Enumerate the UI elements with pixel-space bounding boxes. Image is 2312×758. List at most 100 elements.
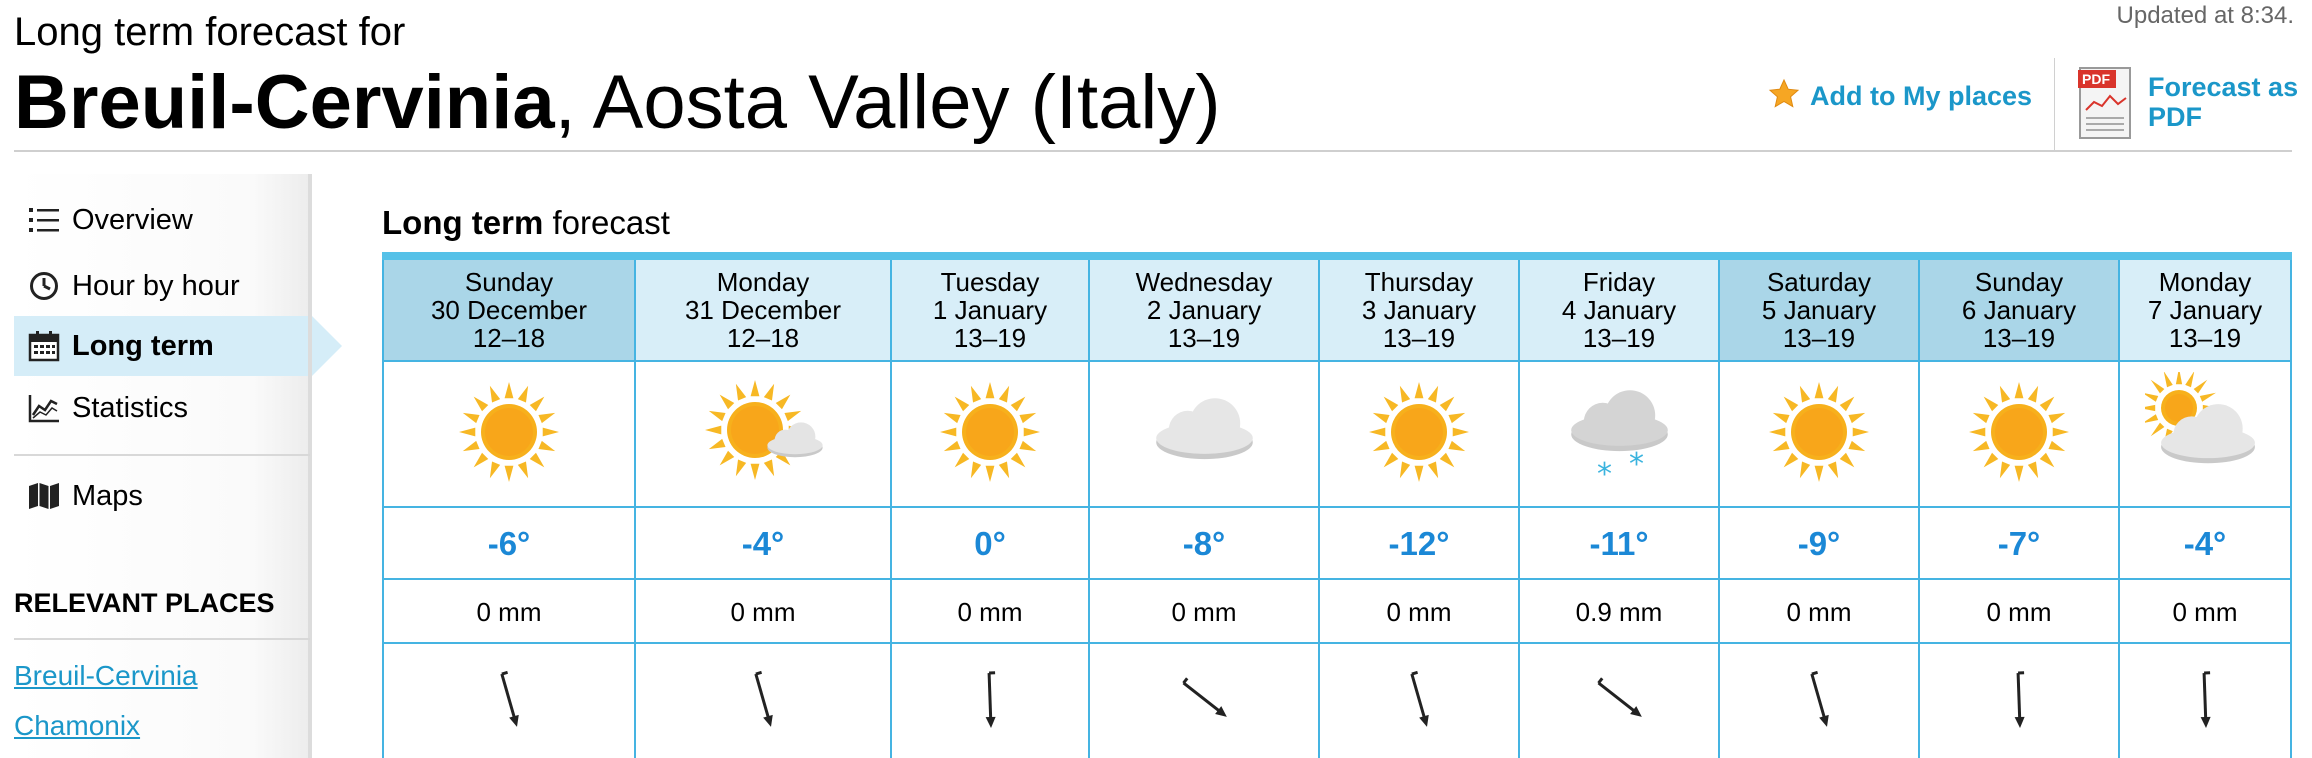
calendar-icon bbox=[26, 328, 62, 364]
temperature: -7° bbox=[1920, 508, 2118, 580]
wind-cell bbox=[1720, 644, 1918, 758]
day-hours: 12–18 bbox=[726, 323, 800, 353]
day-date: 2 January bbox=[1146, 295, 1262, 325]
list-icon bbox=[26, 202, 62, 238]
precipitation: 0 mm bbox=[1920, 580, 2118, 644]
chart-icon bbox=[26, 390, 62, 426]
add-to-my-places-button[interactable]: Add to My places bbox=[1768, 78, 2032, 115]
sun-icon bbox=[1759, 372, 1879, 497]
sidebar-item-statistics[interactable]: Statistics bbox=[14, 378, 312, 438]
temperature: -9° bbox=[1720, 508, 1918, 580]
sun-icon bbox=[449, 372, 569, 497]
wind-direction-icon bbox=[1174, 664, 1234, 739]
day-header[interactable]: Tuesday 1 January 13–19 bbox=[892, 260, 1088, 362]
forecast-day-column: Monday 31 December 12–18 -4° 0 mm bbox=[636, 260, 892, 758]
weather-cell bbox=[1090, 362, 1318, 508]
precipitation: 0 mm bbox=[2120, 580, 2290, 644]
forecast-title-rest: forecast bbox=[543, 204, 670, 241]
active-nav-pointer bbox=[312, 316, 342, 376]
sidebar-divider bbox=[14, 638, 310, 640]
relevant-place-link[interactable]: Chamonix bbox=[14, 710, 140, 742]
forecast-day-column: Monday 7 January 13–19 -4° 0 mm bbox=[2120, 260, 2292, 758]
pdf-label-line-2: PDF bbox=[2148, 102, 2202, 132]
day-name: Sunday bbox=[464, 267, 554, 297]
day-name: Tuesday bbox=[940, 267, 1040, 297]
forecast-day-column: Wednesday 2 January 13–19 -8° 0 mm bbox=[1090, 260, 1320, 758]
svg-text:*: * bbox=[1597, 457, 1612, 492]
wind-direction-icon bbox=[2175, 664, 2235, 739]
precipitation: 0 mm bbox=[1320, 580, 1518, 644]
day-name: Monday bbox=[716, 267, 810, 297]
day-hours: 13–19 bbox=[1382, 323, 1456, 353]
day-hours: 12–18 bbox=[472, 323, 546, 353]
day-header[interactable]: Wednesday 2 January 13–19 bbox=[1090, 260, 1318, 362]
sidebar-item-maps[interactable]: Maps bbox=[14, 466, 312, 526]
day-header[interactable]: Monday 31 December 12–18 bbox=[636, 260, 890, 362]
day-hours: 13–19 bbox=[1582, 323, 1656, 353]
weather-cell bbox=[384, 362, 634, 508]
forecast-day-column: Saturday 5 January 13–19 -9° 0 mm bbox=[1720, 260, 1920, 758]
day-name: Sunday bbox=[1974, 267, 2064, 297]
sidebar-item-label: Maps bbox=[72, 479, 143, 512]
forecast-table: Sunday 30 December 12–18 -6° 0 mm Monday… bbox=[382, 252, 2292, 758]
precipitation: 0 mm bbox=[1090, 580, 1318, 644]
pdf-icon: PDF bbox=[2078, 66, 2134, 147]
page-title: Breuil-Cervinia, Aosta Valley (Italy) bbox=[14, 58, 1221, 148]
wind-direction-icon bbox=[1389, 664, 1449, 739]
forecast-title: Long term forecast bbox=[382, 204, 670, 242]
day-header[interactable]: Friday 4 January 13–19 bbox=[1520, 260, 1718, 362]
precipitation: 0 mm bbox=[1720, 580, 1918, 644]
forecast-day-column: Thursday 3 January 13–19 -12° 0 mm bbox=[1320, 260, 1520, 758]
sidebar-item-hour-by-hour[interactable]: Hour by hour bbox=[14, 256, 312, 316]
wind-cell bbox=[892, 644, 1088, 758]
day-name: Thursday bbox=[1364, 267, 1474, 297]
temperature: 0° bbox=[892, 508, 1088, 580]
wind-direction-icon bbox=[1989, 664, 2049, 739]
day-header[interactable]: Thursday 3 January 13–19 bbox=[1320, 260, 1518, 362]
day-header[interactable]: Monday 7 January 13–19 bbox=[2120, 260, 2290, 362]
sidebar-item-long-term[interactable]: Long term bbox=[14, 316, 312, 376]
day-date: 7 January bbox=[2147, 295, 2263, 325]
day-date: 4 January bbox=[1561, 295, 1677, 325]
forecast-day-column: Sunday 30 December 12–18 -6° 0 mm bbox=[382, 260, 636, 758]
wind-cell bbox=[1090, 644, 1318, 758]
sidebar-item-overview[interactable]: Overview bbox=[14, 190, 312, 250]
day-hours: 13–19 bbox=[1982, 323, 2056, 353]
sidebar-item-label: Long term bbox=[72, 329, 214, 362]
svg-text:*: * bbox=[1629, 447, 1644, 482]
wind-cell bbox=[1320, 644, 1518, 758]
day-name: Wednesday bbox=[1135, 267, 1273, 297]
day-header[interactable]: Sunday 6 January 13–19 bbox=[1920, 260, 2118, 362]
forecast-day-column: Sunday 6 January 13–19 -7° 0 mm bbox=[1920, 260, 2120, 758]
wind-direction-icon bbox=[479, 664, 539, 739]
wind-direction-icon bbox=[733, 664, 793, 739]
forecast-title-bold: Long term bbox=[382, 204, 544, 241]
place-region: , Aosta Valley (Italy) bbox=[554, 60, 1221, 145]
sun-icon bbox=[1359, 372, 1479, 497]
sun-icon bbox=[1959, 372, 2079, 497]
day-date: 1 January bbox=[932, 295, 1048, 325]
relevant-place-link[interactable]: Breuil-Cervinia bbox=[14, 660, 198, 692]
map-icon bbox=[26, 478, 62, 514]
precipitation: 0 mm bbox=[636, 580, 890, 644]
svg-text:PDF: PDF bbox=[2082, 71, 2110, 87]
wind-cell bbox=[2120, 644, 2290, 758]
wind-cell bbox=[384, 644, 634, 758]
sidebar-item-label: Overview bbox=[72, 203, 193, 236]
day-date: 5 January bbox=[1761, 295, 1877, 325]
temperature: -4° bbox=[636, 508, 890, 580]
weather-cell bbox=[2120, 362, 2290, 508]
precipitation: 0 mm bbox=[384, 580, 634, 644]
forecast-pdf-button[interactable]: PDF Forecast as PDF bbox=[2078, 66, 2298, 147]
day-hours: 13–19 bbox=[1782, 323, 1856, 353]
sidebar-item-label: Hour by hour bbox=[72, 269, 240, 302]
weather-cell bbox=[636, 362, 890, 508]
day-header[interactable]: Sunday 30 December 12–18 bbox=[384, 260, 634, 362]
clock-icon bbox=[26, 268, 62, 304]
day-hours: 13–19 bbox=[2168, 323, 2242, 353]
star-icon bbox=[1768, 78, 1800, 115]
day-hours: 13–19 bbox=[953, 323, 1027, 353]
sun-icon bbox=[930, 372, 1050, 497]
day-name: Monday bbox=[2158, 267, 2252, 297]
day-header[interactable]: Saturday 5 January 13–19 bbox=[1720, 260, 1918, 362]
